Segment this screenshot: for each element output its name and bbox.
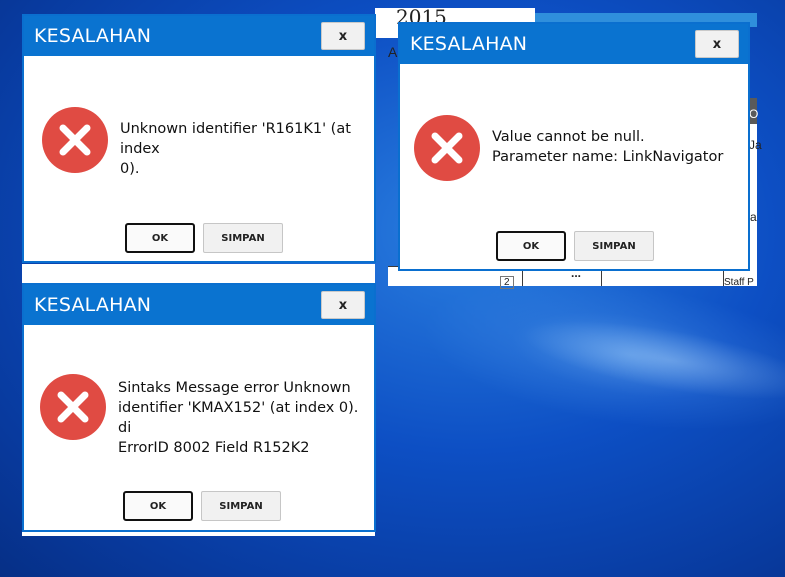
ok-button[interactable]: OK: [125, 223, 195, 253]
background-fragment-a2: a: [750, 210, 757, 224]
dialog-title: KESALAHAN: [34, 25, 152, 47]
background-fragment-staff: Staff P: [724, 277, 754, 288]
dialog-title: KESALAHAN: [34, 294, 152, 316]
background-fragment-ja: Ja: [749, 138, 762, 152]
background-fragment-o: O: [749, 107, 759, 121]
simpan-button[interactable]: SIMPAN: [574, 231, 654, 261]
error-x-icon: [40, 374, 106, 440]
close-button[interactable]: x: [321, 22, 365, 50]
error-message: Value cannot be null. Parameter name: Li…: [492, 129, 724, 165]
ok-button[interactable]: OK: [496, 231, 566, 261]
error-message: Sintaks Message error Unknown identifier…: [118, 380, 359, 456]
simpan-button[interactable]: SIMPAN: [201, 491, 281, 521]
background-fragment-a: A: [388, 44, 398, 60]
dialog-title: KESALAHAN: [410, 33, 528, 55]
error-x-icon: [414, 115, 480, 181]
error-x-icon: [42, 107, 108, 173]
error-message: Unknown identifier 'R161K1' (at index 0)…: [120, 121, 351, 177]
ok-button[interactable]: OK: [123, 491, 193, 521]
error-dialog-3: KESALAHAN x Sintaks Message error Unknow…: [22, 283, 376, 532]
error-dialog-2: KESALAHAN x Value cannot be null. Parame…: [398, 22, 750, 271]
error-dialog-1: KESALAHAN x Unknown identifier 'R161K1' …: [22, 14, 376, 263]
close-button[interactable]: x: [695, 30, 739, 58]
background-fragment-num: 2: [500, 276, 514, 289]
close-button[interactable]: x: [321, 291, 365, 319]
simpan-button[interactable]: SIMPAN: [203, 223, 283, 253]
